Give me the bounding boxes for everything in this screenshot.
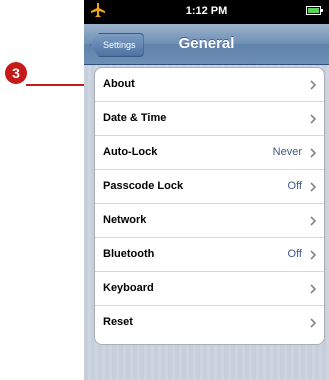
row-about[interactable]: About (95, 68, 324, 102)
chevron-right-icon (310, 250, 316, 260)
row-bluetooth[interactable]: Bluetooth Off (95, 238, 324, 272)
chevron-right-icon (310, 182, 316, 192)
row-reset[interactable]: Reset (95, 306, 324, 340)
row-label: About (103, 78, 135, 90)
row-value: Never (272, 146, 302, 158)
row-value: Off (287, 248, 302, 260)
general-settings-list: About Date & Time Auto-Lock Never Passco… (94, 67, 325, 345)
page-title: General (178, 35, 235, 52)
row-date-time[interactable]: Date & Time (95, 102, 324, 136)
callout-number-badge: 3 (5, 62, 27, 84)
row-label: Auto-Lock (103, 146, 158, 158)
chevron-right-icon (310, 80, 316, 90)
row-passcode-lock[interactable]: Passcode Lock Off (95, 170, 324, 204)
battery-icon (306, 6, 323, 15)
status-time: 1:12 PM (185, 5, 228, 17)
row-label: Reset (103, 316, 133, 328)
row-network[interactable]: Network (95, 204, 324, 238)
row-keyboard[interactable]: Keyboard (95, 272, 324, 306)
chevron-right-icon (310, 148, 316, 158)
row-label: Network (103, 214, 147, 226)
status-bar: 1:12 PM (84, 0, 329, 24)
chevron-right-icon (310, 284, 316, 294)
row-value: Off (287, 180, 302, 192)
row-label: Date & Time (103, 112, 167, 124)
chevron-right-icon (310, 114, 316, 124)
row-auto-lock[interactable]: Auto-Lock Never (95, 136, 324, 170)
chevron-right-icon (310, 318, 316, 328)
row-label: Keyboard (103, 282, 154, 294)
row-label: Bluetooth (103, 248, 155, 260)
row-label: Passcode Lock (103, 180, 184, 192)
chevron-right-icon (310, 216, 316, 226)
navigation-bar: Settings General (84, 24, 329, 65)
phone-screen: 1:12 PM Settings General About Date & Ti… (84, 0, 329, 380)
